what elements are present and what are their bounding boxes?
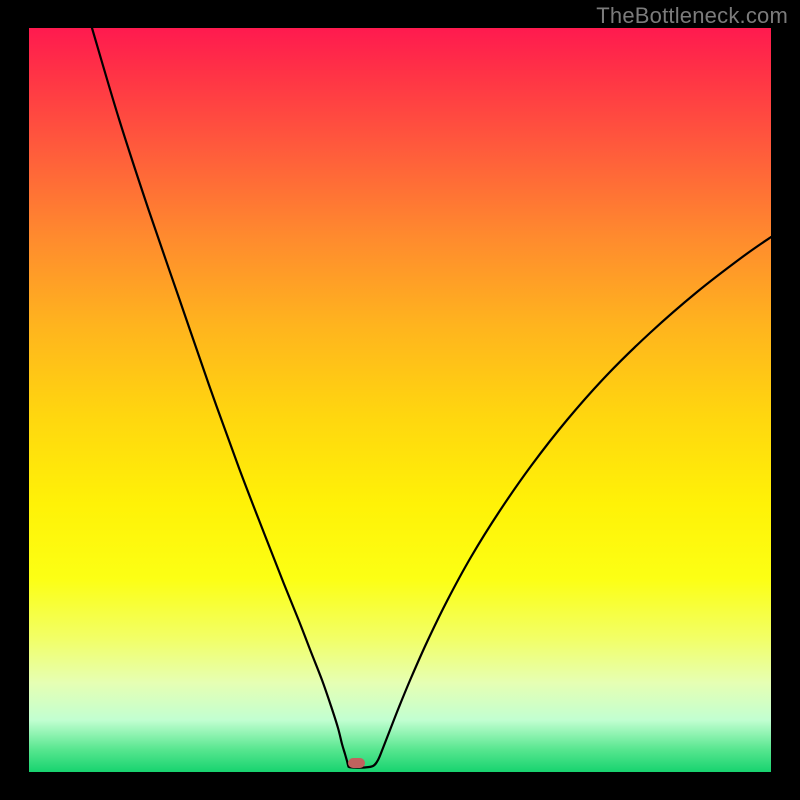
watermark-text: TheBottleneck.com	[596, 3, 788, 29]
curve-path	[92, 28, 771, 768]
optimal-marker	[348, 758, 365, 768]
bottleneck-curve	[29, 28, 771, 772]
plot-area	[29, 28, 771, 772]
